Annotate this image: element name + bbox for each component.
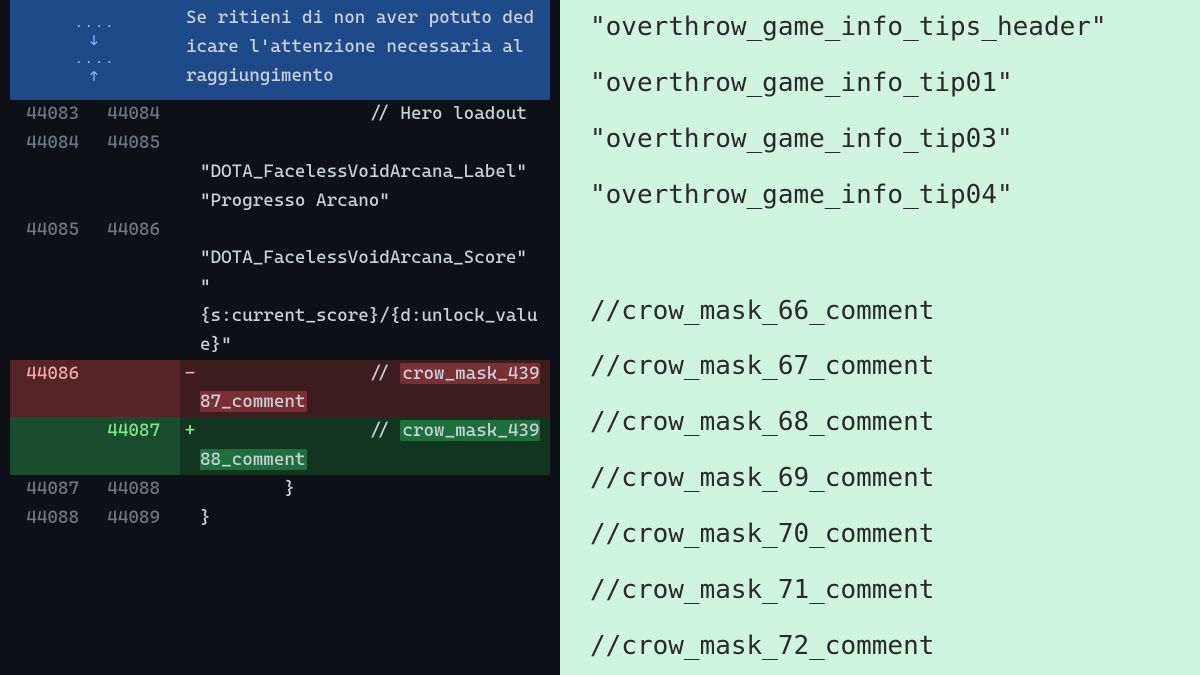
line-number-new[interactable]: 44085 bbox=[91, 129, 172, 215]
diff-line-deleted: 44086 - // crow_mask_43987_comment bbox=[10, 360, 550, 418]
diff-hunk-header[interactable]: .... ↓ .... ↑ Se ritieni di non aver pot… bbox=[10, 0, 550, 100]
diff-marker bbox=[180, 129, 200, 215]
diff-marker bbox=[180, 475, 200, 504]
reference-text-panel: "overthrow_game_info_tips_header" "overt… bbox=[560, 0, 1200, 675]
code-content: "DOTA_FacelessVoidArcana_Label" "Progres… bbox=[200, 129, 550, 215]
diff-line: 44084 44085 "DOTA_FacelessVoidArcana_Lab… bbox=[10, 129, 550, 215]
arrow-down-icon[interactable]: ↓ bbox=[90, 32, 100, 50]
line-number-old bbox=[10, 417, 91, 475]
code-content: // Hero loadout bbox=[200, 100, 550, 129]
reference-line: "overthrow_game_info_tip04" bbox=[590, 168, 1170, 224]
reference-line: "overthrow_game_info_tip01" bbox=[590, 56, 1170, 112]
line-number-old[interactable]: 44085 bbox=[10, 216, 91, 360]
diff-panel: .... ↓ .... ↑ Se ritieni di non aver pot… bbox=[0, 0, 560, 675]
line-number-new[interactable]: 44084 bbox=[91, 100, 172, 129]
line-number-new[interactable]: 44089 bbox=[91, 504, 172, 533]
code-content: // crow_mask_43987_comment bbox=[200, 360, 550, 418]
reference-line: "overthrow_game_info_tips_header" bbox=[590, 0, 1170, 56]
diff-marker bbox=[180, 100, 200, 129]
line-number-old[interactable]: 44083 bbox=[10, 100, 91, 129]
code-content: } bbox=[200, 475, 550, 504]
reference-line: "overthrow_game_info_tip03" bbox=[590, 112, 1170, 168]
code-content: } bbox=[200, 504, 550, 533]
diff-line: 44085 44086 "DOTA_FacelessVoidArcana_Sco… bbox=[10, 216, 550, 360]
spacer bbox=[590, 224, 1170, 284]
line-number-new[interactable]: 44088 bbox=[91, 475, 172, 504]
code-content: "DOTA_FacelessVoidArcana_Score" " {s:cur… bbox=[200, 216, 550, 360]
reference-line: //crow_mask_72_comment bbox=[590, 619, 1170, 675]
expand-gutter[interactable]: .... ↓ .... ↑ bbox=[10, 0, 180, 100]
line-number-old[interactable]: 44088 bbox=[10, 504, 91, 533]
reference-line: //crow_mask_67_comment bbox=[590, 339, 1170, 395]
reference-line: //crow_mask_70_comment bbox=[590, 507, 1170, 563]
code-content: // crow_mask_43988_comment bbox=[200, 417, 550, 475]
line-number-new bbox=[91, 360, 172, 418]
arrow-up-icon[interactable]: ↑ bbox=[90, 68, 100, 86]
reference-line: //crow_mask_69_comment bbox=[590, 451, 1170, 507]
line-number-new[interactable]: 44087 bbox=[91, 417, 172, 475]
dots-icon: .... bbox=[75, 14, 116, 32]
diff-line: 44088 44089 } bbox=[10, 504, 550, 533]
diff-line: 44087 44088 } bbox=[10, 475, 550, 504]
reference-line: //crow_mask_66_comment bbox=[590, 284, 1170, 340]
diff-marker bbox=[180, 504, 200, 533]
line-number-old[interactable]: 44086 bbox=[10, 360, 91, 418]
diff-marker-plus: + bbox=[180, 417, 200, 475]
hunk-header-text: Se ritieni di non aver potuto dedicare l… bbox=[180, 0, 550, 100]
line-number-old[interactable]: 44084 bbox=[10, 129, 91, 215]
reference-line: //crow_mask_71_comment bbox=[590, 563, 1170, 619]
diff-body: .... ↓ .... ↑ Se ritieni di non aver pot… bbox=[10, 0, 550, 532]
line-number-old[interactable]: 44087 bbox=[10, 475, 91, 504]
diff-marker-minus: - bbox=[180, 360, 200, 418]
diff-marker bbox=[180, 216, 200, 360]
diff-line: 44083 44084 // Hero loadout bbox=[10, 100, 550, 129]
dots-icon: .... bbox=[75, 50, 116, 68]
line-number-new[interactable]: 44086 bbox=[91, 216, 172, 360]
diff-line-added: 44087 + // crow_mask_43988_comment bbox=[10, 417, 550, 475]
reference-line: //crow_mask_68_comment bbox=[590, 395, 1170, 451]
